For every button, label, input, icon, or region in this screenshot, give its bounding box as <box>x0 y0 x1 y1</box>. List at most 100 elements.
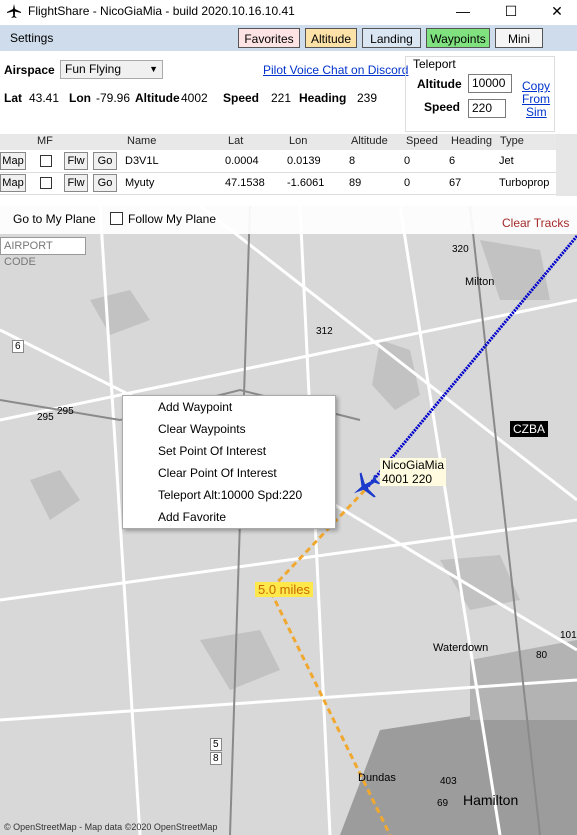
goto-my-plane-button[interactable]: Go to My Plane <box>13 212 96 226</box>
settings-menu[interactable]: Settings <box>10 31 53 45</box>
context-menu <box>122 395 336 529</box>
col-heading[interactable]: Heading <box>451 135 492 147</box>
app-plane-icon <box>7 4 21 18</box>
col-speed[interactable]: Speed <box>406 135 438 147</box>
copy-from-sim-link-copy[interactable]: Copy <box>522 79 550 93</box>
row-map-button[interactable]: Map <box>0 174 26 192</box>
ctx-clear-waypoints[interactable]: Clear Waypoints <box>158 422 246 436</box>
row-type: Turboprop <box>499 177 550 189</box>
col-lat[interactable]: Lat <box>228 135 243 147</box>
row-follow-button[interactable]: Flw <box>64 174 88 192</box>
ctx-add-waypoint[interactable]: Add Waypoint <box>158 400 232 414</box>
row-name: Myuty <box>125 177 155 189</box>
row-lon: -1.6061 <box>287 177 325 189</box>
speed-label: Speed <box>223 91 260 105</box>
road-number: 295 <box>37 412 54 423</box>
plane-icon[interactable] <box>350 470 382 502</box>
road-number: 295 <box>57 406 74 417</box>
row-go-button[interactable]: Go <box>93 174 117 192</box>
ctx-teleport[interactable]: Teleport Alt:10000 Spd:220 <box>158 488 302 502</box>
plane-label-name: NicoGiaMia <box>382 458 445 472</box>
table-scrollbar[interactable] <box>556 134 577 196</box>
mini-button[interactable]: Mini <box>495 28 543 48</box>
road-number: 403 <box>440 776 457 787</box>
row-altitude: 89 <box>349 177 362 189</box>
row-mf-checkbox[interactable] <box>40 177 52 189</box>
heading-label: Heading <box>299 91 347 105</box>
window-title: FlightShare - NicoGiaMia - build 2020.10… <box>28 4 295 18</box>
row-follow-button[interactable]: Flw <box>64 152 88 170</box>
lat-value: 43.41 <box>29 91 60 105</box>
place-hamilton: Hamilton <box>463 792 519 808</box>
landing-button[interactable]: Landing <box>362 28 421 48</box>
row-heading: 6 <box>449 155 456 167</box>
row-speed: 0 <box>404 177 411 189</box>
row-name: D3V1L <box>125 155 159 167</box>
road-number: 8 <box>210 752 222 765</box>
voice-chat-link[interactable]: Pilot Voice Chat on Discord <box>263 63 408 77</box>
row-go-button[interactable]: Go <box>93 152 117 170</box>
copy-from-sim-link-from[interactable]: From <box>522 92 550 106</box>
favorites-button[interactable]: Favorites <box>238 28 300 48</box>
close-button[interactable]: ✕ <box>534 0 577 24</box>
clear-tracks-button[interactable]: Clear Tracks <box>502 216 569 230</box>
speed-value: 221 <box>271 91 292 105</box>
follow-label: Follow My Plane <box>128 212 217 226</box>
teleport-altitude-input[interactable]: 10000 <box>468 74 512 93</box>
row-lat: 47.1538 <box>225 177 265 189</box>
col-type[interactable]: Type <box>500 135 524 147</box>
road-number: 312 <box>316 326 333 337</box>
teleport-speed-label: Speed <box>424 100 461 114</box>
road-number: 5 <box>210 738 222 751</box>
airport-tag[interactable]: CZBA <box>510 421 549 437</box>
heading-value: 239 <box>357 91 378 105</box>
airspace-value: Fun Flying <box>65 62 122 76</box>
ctx-add-favorite[interactable]: Add Favorite <box>158 510 226 524</box>
altitude-value: 4002 <box>181 91 208 105</box>
airport-code-input[interactable]: AIRPORT CODE <box>0 237 86 268</box>
copy-from-sim-link-sim[interactable]: Sim <box>526 105 547 119</box>
row-altitude: 8 <box>349 155 356 167</box>
row-mf-checkbox[interactable] <box>40 155 52 167</box>
teleport-altitude-label: Altitude <box>417 77 462 91</box>
map-attribution: © OpenStreetMap - Map data ©2020 OpenStr… <box>4 822 218 832</box>
road-number: 80 <box>536 650 548 661</box>
place-dundas: Dundas <box>358 772 396 784</box>
ctx-clear-poi[interactable]: Clear Point Of Interest <box>158 466 277 480</box>
chevron-down-icon: ▼ <box>149 64 158 74</box>
distance-label: 5.0 miles <box>255 582 314 597</box>
airspace-dropdown[interactable]: Fun Flying ▼ <box>60 60 163 79</box>
minimize-button[interactable]: — <box>440 0 486 24</box>
place-waterdown: Waterdown <box>433 642 489 654</box>
road-number: 6 <box>12 340 24 353</box>
road-number: 101 <box>560 630 577 641</box>
plane-label-alt-speed: 4001 220 <box>382 472 433 486</box>
maximize-button[interactable]: ☐ <box>488 0 534 24</box>
col-name[interactable]: Name <box>127 135 156 147</box>
place-milton: Milton <box>465 276 495 288</box>
col-altitude[interactable]: Altitude <box>351 135 388 147</box>
lon-label: Lon <box>69 91 91 105</box>
col-lon[interactable]: Lon <box>289 135 307 147</box>
waypoints-button[interactable]: Waypoints <box>426 28 490 48</box>
plane-label: NicoGiaMia 4001 220 <box>380 458 447 486</box>
altitude-label: Altitude <box>135 91 180 105</box>
row-lat: 0.0004 <box>225 155 259 167</box>
row-heading: 67 <box>449 177 462 189</box>
title-bar: FlightShare - NicoGiaMia - build 2020.10… <box>0 0 577 24</box>
road-number: 320 <box>452 244 469 255</box>
road-number: 69 <box>437 798 449 809</box>
row-lon: 0.0139 <box>287 155 321 167</box>
teleport-title: Teleport <box>413 57 456 71</box>
col-mf[interactable]: MF <box>37 135 53 147</box>
lat-label: Lat <box>4 91 22 105</box>
altitude-button[interactable]: Altitude <box>305 28 357 48</box>
airspace-label: Airspace <box>4 63 55 77</box>
lon-value: -79.96 <box>96 91 131 105</box>
teleport-speed-input[interactable]: 220 <box>468 99 506 118</box>
row-map-button[interactable]: Map <box>0 152 26 170</box>
follow-checkbox[interactable] <box>110 212 123 225</box>
ctx-set-poi[interactable]: Set Point Of Interest <box>158 444 266 458</box>
row-type: Jet <box>499 155 514 167</box>
row-speed: 0 <box>404 155 411 167</box>
